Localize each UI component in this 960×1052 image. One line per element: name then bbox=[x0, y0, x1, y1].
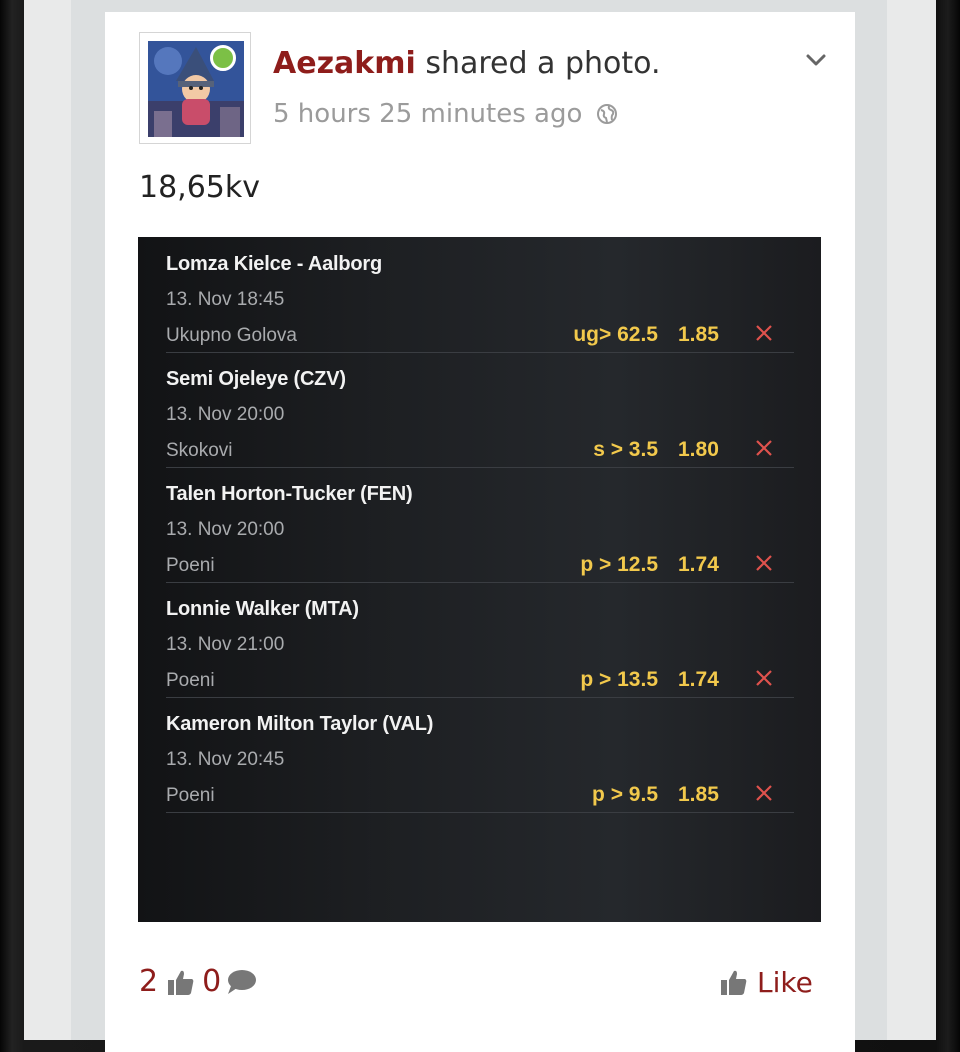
post-timestamp[interactable]: 5 hours 25 minutes ago bbox=[273, 94, 582, 134]
bet-odds: 1.85 bbox=[678, 783, 719, 806]
chevron-down-icon[interactable] bbox=[801, 48, 831, 74]
bet-row: Lomza Kielce - Aalborg 13. Nov 18:45 Uku… bbox=[166, 237, 794, 353]
bet-date: 13. Nov 20:45 bbox=[166, 749, 285, 770]
author-name-link[interactable]: Aezakmi bbox=[273, 46, 416, 81]
bet-title: Kameron Milton Taylor (VAL) bbox=[166, 713, 434, 735]
bet-date: 13. Nov 18:45 bbox=[166, 289, 285, 310]
bet-title: Talen Horton-Tucker (FEN) bbox=[166, 483, 413, 505]
online-status-dot bbox=[210, 45, 236, 71]
bet-pick: p > 9.5 bbox=[592, 783, 658, 806]
bet-title: Semi Ojeleye (CZV) bbox=[166, 368, 346, 390]
bet-row: Talen Horton-Tucker (FEN) 13. Nov 20:00 … bbox=[166, 467, 794, 583]
post-header: Aezakmi shared a photo. bbox=[273, 42, 661, 86]
speech-bubble-icon bbox=[228, 970, 257, 994]
thumbs-up-icon bbox=[168, 970, 194, 995]
post-meta: 5 hours 25 minutes ago bbox=[273, 94, 618, 134]
like-button-label: Like bbox=[757, 965, 813, 999]
bet-row: Semi Ojeleye (CZV) 13. Nov 20:00 Skokovi… bbox=[166, 352, 794, 468]
bet-market: Poeni bbox=[166, 785, 215, 806]
bet-date: 13. Nov 20:00 bbox=[166, 519, 285, 540]
bet-row: Kameron Milton Taylor (VAL) 13. Nov 20:4… bbox=[166, 697, 794, 813]
bet-date: 13. Nov 20:00 bbox=[166, 404, 285, 425]
bet-title: Lomza Kielce - Aalborg bbox=[166, 253, 383, 275]
avatar-frame[interactable] bbox=[139, 32, 251, 144]
post-stats: 2 0 bbox=[139, 960, 257, 1004]
post-card: Aezakmi shared a photo. 5 hours 25 minut… bbox=[105, 12, 855, 1052]
globe-icon bbox=[597, 104, 618, 124]
bet-title: Lonnie Walker (MTA) bbox=[166, 598, 359, 620]
like-button[interactable]: Like bbox=[719, 960, 813, 1004]
bet-date: 13. Nov 21:00 bbox=[166, 634, 285, 655]
shared-photo[interactable]: Lomza Kielce - Aalborg 13. Nov 18:45 Uku… bbox=[138, 237, 821, 922]
bet-row: Lonnie Walker (MTA) 13. Nov 21:00 Poeni … bbox=[166, 582, 794, 698]
likes-count[interactable]: 2 bbox=[139, 960, 158, 1004]
comments-count[interactable]: 0 bbox=[202, 960, 221, 1004]
thumbs-up-icon bbox=[721, 970, 747, 995]
close-x-icon bbox=[756, 785, 772, 801]
post-text: 18,65kv bbox=[139, 170, 261, 205]
post-action-text: shared a photo. bbox=[425, 46, 661, 81]
